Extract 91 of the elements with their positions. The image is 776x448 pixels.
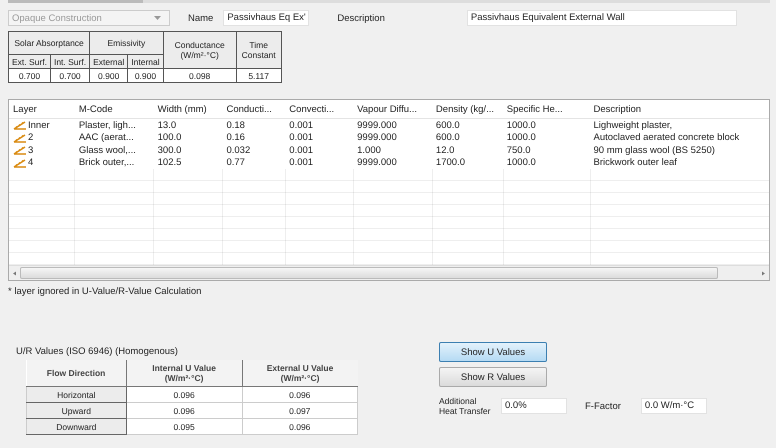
table-header: Time Constant [236,32,282,68]
table-cell: 1700.0 [436,157,465,168]
table-cell: 300.0 [158,144,182,156]
table-cell: 0.096 [126,402,242,418]
table-cell: 102.5 [158,157,182,168]
table-header: Internal [128,54,164,68]
table-cell: 9999.000 [357,132,397,144]
table-cell: 0.096 [242,386,358,402]
layer-icon [13,145,27,156]
table-cell: 0.001 [289,157,314,168]
table-cell: 0.097 [242,402,358,418]
column-header[interactable]: Convecti... [285,100,354,119]
table-cell: AAC (aerat... [78,132,134,144]
column-header[interactable]: Description [590,100,769,119]
scroll-right-icon[interactable] [761,270,765,276]
table-cell: Downward [26,418,126,434]
f-factor-field[interactable]: 0.0 W/m·°C [640,398,707,414]
table-cell: 750.0 [506,144,531,156]
column-header[interactable]: Width (mm) [154,100,222,119]
table-cell: Autoclaved aerated concrete block [594,132,740,144]
table-cell: Inner [28,120,50,131]
layer-icon [13,120,27,130]
additional-heat-transfer-field[interactable]: 0.0% [501,398,567,414]
table-cell: 3 [28,144,34,156]
table-cell: 0.001 [289,120,314,131]
table-header: Solar Absorptance [8,32,90,54]
table-cell: 0.032 [226,144,250,156]
table-cell: 12.0 [436,144,454,156]
table-cell: Brick outer,... [78,157,134,168]
table-cell: 1000.0 [506,132,536,144]
table-cell: 5.117 [236,68,282,82]
scroll-left-icon[interactable] [13,270,17,276]
table-cell: 0.096 [126,386,242,402]
horizontal-scrollbar[interactable] [9,265,769,280]
layer-icon [13,158,27,168]
table-cell: Horizontal [26,386,126,402]
table-cell: 0.001 [289,132,314,144]
table-cell: 2 [28,132,34,144]
toggle-button[interactable]: Show U Values [439,342,547,362]
table-cell: 600.0 [436,132,460,144]
table-cell: Upward [26,402,126,418]
table-cell: 0.700 [8,68,50,82]
table-cell: 13.0 [158,120,176,131]
f-factor-label: F-Factor [585,400,621,412]
column-header[interactable]: Specific He... [502,100,590,119]
group-title: U/R Values (ISO 6946) (Homogenous) [16,346,179,357]
column-header[interactable]: Conducti... [222,100,286,119]
table-cell: 0.095 [126,418,242,434]
table-header: Internal U Value (W/m²·°C) [126,360,242,386]
table-cell: 0.098 [163,68,236,82]
table-cell: 9999.000 [357,120,397,131]
table-cell: 9999.000 [357,157,397,168]
table-cell: 0.77 [226,157,245,168]
table-cell: 0.096 [242,418,358,434]
table-cell: 0.001 [289,144,314,156]
layer-icon [13,132,27,143]
column-header[interactable]: Layer [9,100,75,119]
description-field[interactable]: Passivhaus Equivalent External Wall [466,10,737,26]
name-label: Name [188,12,214,24]
caret-icon [154,16,161,20]
table-header: Ext. Surf. [8,54,50,68]
table-header: Int. Surf. [50,54,90,68]
table-cell: 1.000 [357,144,381,156]
description-label: Description [337,12,385,24]
table-header: External U Value (W/m²·°C) [242,360,358,386]
table-cell: 90 mm glass wool (BS 5250) [594,144,715,156]
table-cell: 0.18 [226,120,245,131]
table-cell: 1000.0 [506,157,536,168]
table-header: Emissivity [90,32,164,54]
table-header: Conductance (W/m²·°C) [163,32,236,68]
table-cell: 4 [28,157,34,168]
table-header: Flow Direction [26,360,126,386]
table-cell: Lighweight plaster, [594,120,672,131]
footnote: * layer ignored in U-Value/R-Value Calculation [8,286,202,299]
table-cell: 0.900 [128,68,164,82]
toggle-button[interactable]: Show R Values [439,367,547,387]
table-cell: 0.900 [90,68,128,82]
column-header[interactable]: M-Code [74,100,154,119]
table-cell: 0.700 [50,68,90,82]
table-header: External [90,54,128,68]
table-cell: Plaster, ligh... [78,120,136,131]
table-cell: Glass wool,... [78,144,136,156]
column-header[interactable]: Vapour Diffu... [353,100,432,119]
name-field[interactable]: Passivhaus Eq Ex' [223,10,310,26]
table-cell: 1000.0 [506,120,536,131]
table-cell: 600.0 [436,120,460,131]
table-cell: 100.0 [158,132,182,144]
table-cell: Brickwork outer leaf [594,157,677,168]
additional-heat-transfer-label: Additional Heat Transfer [439,396,492,416]
table-cell: 0.16 [226,132,245,144]
column-header[interactable]: Density (kg/... [432,100,503,119]
